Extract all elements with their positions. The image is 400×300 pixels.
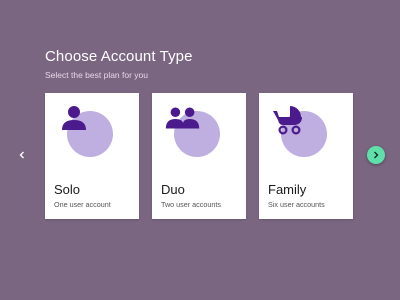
chevron-left-icon bbox=[19, 151, 24, 159]
plan-description: One user account bbox=[54, 200, 111, 209]
single-user-icon bbox=[62, 106, 86, 130]
two-users-icon bbox=[165, 107, 200, 129]
plan-name: Family bbox=[268, 182, 307, 197]
previous-button[interactable] bbox=[14, 147, 30, 163]
plan-name: Duo bbox=[161, 182, 185, 197]
page-title: Choose Account Type bbox=[45, 48, 193, 65]
next-button[interactable] bbox=[367, 146, 385, 164]
plan-card-solo[interactable]: Solo One user account bbox=[45, 93, 139, 219]
baby-stroller-icon bbox=[273, 106, 302, 135]
plan-description: Six user accounts bbox=[268, 200, 325, 209]
plan-card-family[interactable]: Family Six user accounts bbox=[259, 93, 353, 219]
plan-name: Solo bbox=[54, 182, 81, 197]
chevron-right-icon bbox=[374, 151, 379, 159]
plan-card-duo[interactable]: Duo Two user accounts bbox=[152, 93, 246, 219]
plan-description: Two user accounts bbox=[161, 200, 221, 209]
page-header: Choose Account Type Select the best plan… bbox=[45, 48, 193, 80]
page-subtitle: Select the best plan for you bbox=[45, 70, 149, 80]
